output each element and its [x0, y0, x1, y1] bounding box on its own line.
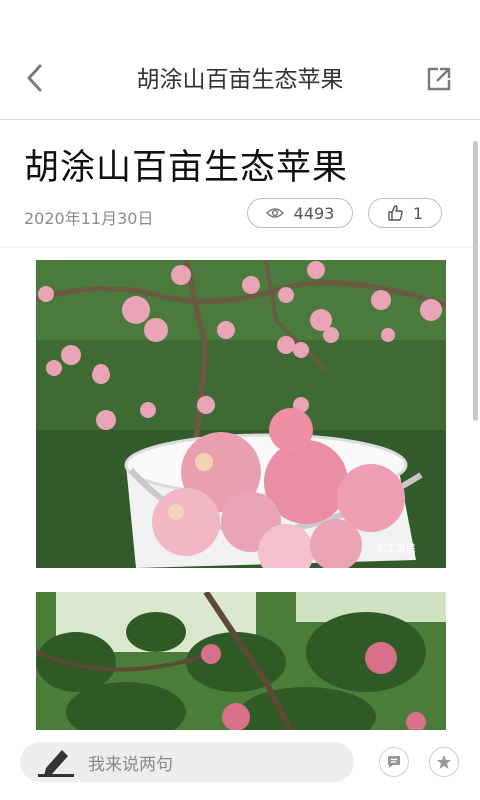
scrollbar-thumb[interactable] [473, 141, 478, 421]
star-icon [437, 755, 451, 769]
like-button[interactable]: 1 [368, 198, 442, 228]
meta-divider [0, 247, 480, 248]
publish-date: 2020年11月30日 [24, 209, 154, 228]
article-title: 胡涂山百亩生态苹果 [24, 148, 349, 188]
apple-tree-photo [36, 592, 446, 730]
article-content[interactable]: 胡涂山百亩生态苹果 2020年11月30日 4493 1 农工富民 [0, 121, 480, 730]
thumbs-up-icon [388, 205, 403, 221]
nav-title: 胡涂山百亩生态苹果 [136, 67, 344, 93]
top-navbar: 胡涂山百亩生态苹果 [0, 0, 480, 120]
pen-icon [38, 750, 74, 777]
view-count-badge: 4493 [247, 198, 353, 228]
apple-bucket-photo: 农工富民 [36, 260, 446, 568]
favorite-button[interactable] [429, 747, 459, 777]
comments-button[interactable] [379, 747, 409, 777]
image-watermark: 农工富民 [376, 542, 416, 555]
view-count: 4493 [293, 203, 335, 223]
chevron-left-icon [27, 64, 42, 92]
comment-input[interactable]: 我来说两句 [20, 742, 354, 782]
comment-placeholder: 我来说两句 [88, 754, 173, 775]
back-button[interactable] [18, 58, 52, 98]
eye-icon [265, 208, 284, 218]
message-icon [388, 756, 400, 768]
share-button[interactable] [422, 62, 456, 96]
bottom-bar: 我来说两句 [0, 730, 480, 800]
like-count: 1 [412, 203, 424, 223]
share-icon [427, 67, 451, 91]
